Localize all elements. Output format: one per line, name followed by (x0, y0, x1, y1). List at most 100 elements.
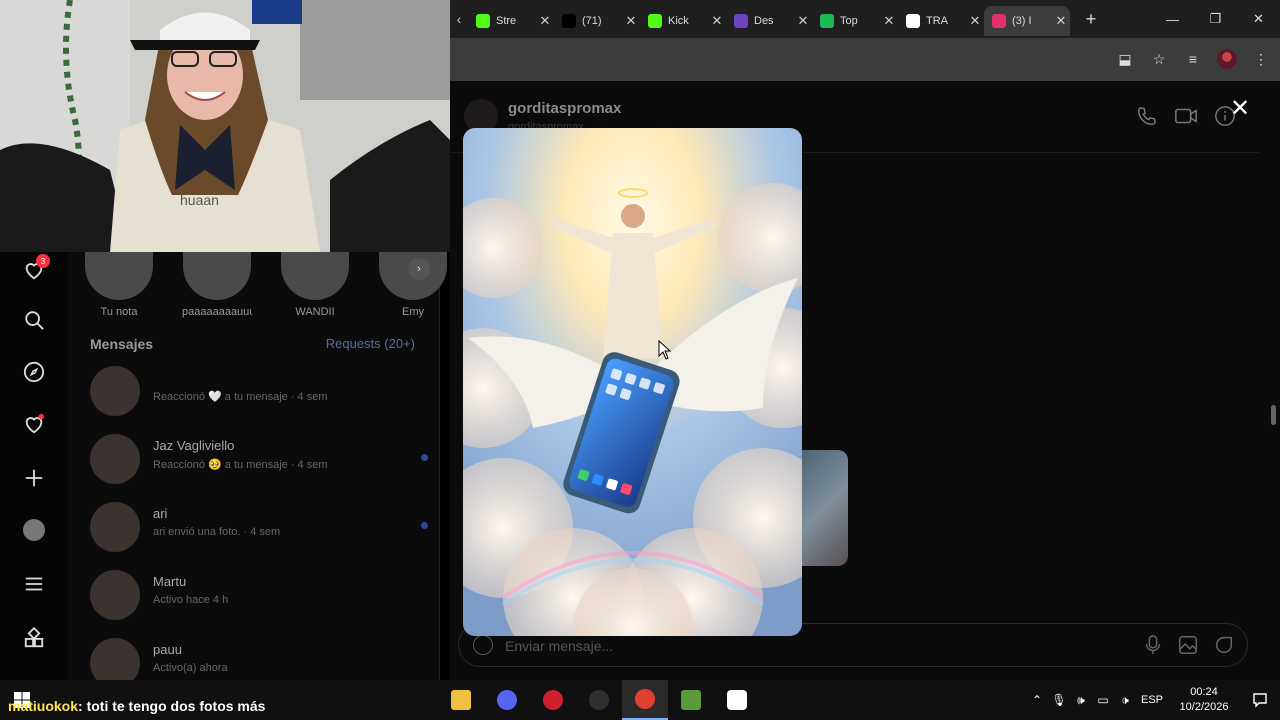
notification-badge: 3 (36, 254, 50, 268)
notes-row: Tu nota paaaaaaaauuuu... WANDII Emy (84, 252, 448, 318)
note-label: Tu nota (100, 306, 138, 318)
red-app-icon[interactable] (530, 680, 576, 720)
network-icon[interactable]: ▭ (1092, 693, 1114, 707)
close-tab-icon[interactable]: ✕ (536, 13, 554, 29)
note-item[interactable]: Tu nota (84, 252, 154, 318)
note-label: WANDII (295, 306, 335, 318)
browser-tab[interactable]: Stre ✕ (468, 6, 554, 36)
tab-scroll-left-icon[interactable]: ‹ (450, 11, 468, 27)
conversation-preview: Activo hace 4 h (153, 594, 229, 606)
bookmark-star-icon[interactable]: ☆ (1148, 48, 1170, 70)
chat-username[interactable]: gorditaspromax (508, 100, 621, 117)
minimize-icon[interactable]: — (1151, 0, 1194, 38)
message-input[interactable]: Enviar mensaje... (505, 638, 613, 654)
tab-label: Kick (668, 15, 689, 27)
clock[interactable]: 00:24 10/2/2026 (1168, 685, 1240, 715)
search-icon[interactable] (22, 308, 46, 332)
more-apps-icon[interactable] (22, 626, 46, 650)
kick-icon (476, 14, 490, 28)
browser-tab[interactable]: Des ✕ (726, 6, 812, 36)
obs-icon[interactable] (576, 680, 622, 720)
close-tab-icon[interactable]: ✕ (1052, 13, 1070, 29)
minecraft-icon[interactable] (668, 680, 714, 720)
note-item[interactable]: WANDII (280, 252, 350, 318)
capcut-icon[interactable] (714, 680, 760, 720)
close-tab-icon[interactable]: ✕ (966, 13, 984, 29)
note-item[interactable]: paaaaaaaauuuu... (182, 252, 252, 318)
explore-compass-icon[interactable] (22, 360, 46, 384)
stream-chat-text: : toti te tengo dos fotos más (78, 698, 266, 714)
create-plus-icon[interactable] (22, 466, 46, 490)
conversation-item[interactable]: ari ari envió una foto. · 4 sem (88, 498, 428, 554)
stream-chat-user: matiuokok (8, 698, 79, 714)
conversation-item[interactable]: Reaccionó 🤍 a tu mensaje · 4 sem (88, 362, 428, 418)
discord-icon[interactable] (484, 680, 530, 720)
avatar (183, 252, 251, 300)
conversation-name: Martu (153, 574, 187, 589)
requests-link[interactable]: Requests (20+) (326, 336, 415, 351)
notes-next-icon[interactable]: › (408, 258, 430, 280)
microphone-tray-icon[interactable]: 🎙 (1048, 693, 1070, 707)
sticker-icon[interactable] (1213, 634, 1235, 656)
profile-avatar[interactable] (1216, 48, 1238, 70)
tab-label: Stre (496, 15, 517, 27)
browser-menu-icon[interactable]: ⋮ (1250, 48, 1272, 70)
conversation-preview: Reaccionó 🥹 a tu mensaje · 4 sem (153, 459, 328, 471)
language-indicator[interactable]: ESP (1136, 694, 1168, 706)
conversation-preview: Activo(a) ahora (153, 662, 228, 674)
phone-icon[interactable] (1136, 105, 1158, 127)
browser-tab[interactable]: Kick ✕ (640, 6, 726, 36)
profile-icon[interactable] (22, 518, 46, 542)
new-tab-button[interactable]: + (1076, 9, 1106, 30)
volume-icon[interactable]: 🕪 (1070, 693, 1092, 708)
close-tab-icon[interactable]: ✕ (880, 13, 898, 29)
spotify-icon (820, 14, 834, 28)
browser-tab[interactable]: (3) I ✕ (984, 6, 1070, 36)
menu-hamburger-icon[interactable] (22, 572, 46, 596)
notification-center-icon[interactable] (1240, 692, 1280, 708)
taskbar-apps (438, 680, 760, 720)
chat-actions (1136, 105, 1236, 127)
conversation-item[interactable]: Martu Activo hace 4 h (88, 566, 428, 622)
browser-tab-bar: ‹ Stre ✕ (71) ✕ Kick ✕ Des ✕ Top ✕ TRA ✕ (3) I ✕ + — … (450, 0, 1280, 38)
unread-dot (421, 454, 428, 461)
browser-tab[interactable]: Top ✕ (812, 6, 898, 36)
gallery-icon[interactable] (1177, 634, 1199, 656)
stream-chat-message: matiuokok: toti te tengo dos fotos más (8, 698, 265, 714)
conversation-name: Jaz Vagliviello (153, 438, 235, 453)
conversation-name: pauu (153, 642, 182, 657)
browser-tab[interactable]: (71) ✕ (554, 6, 640, 36)
kick-icon (648, 14, 662, 28)
instagram-nav (0, 252, 68, 680)
file-explorer-icon[interactable] (438, 680, 484, 720)
note-label: paaaaaaaauuuu... (182, 306, 252, 318)
close-tab-icon[interactable]: ✕ (622, 13, 640, 29)
tray-expand-icon[interactable]: ⌃ (1026, 693, 1048, 707)
close-tab-icon[interactable]: ✕ (708, 13, 726, 29)
close-tab-icon[interactable]: ✕ (794, 13, 812, 29)
browser-toolbar: ⬓ ☆ ≡ ⋮ (450, 38, 1280, 81)
close-viewer-icon[interactable]: ✕ (1228, 95, 1252, 122)
viewed-photo (463, 128, 802, 636)
restore-icon[interactable]: ❐ (1194, 0, 1237, 38)
instagram-icon (992, 14, 1006, 28)
note-label: Emy (402, 306, 424, 318)
emoji-icon[interactable] (473, 635, 493, 655)
system-tray: ⌃ 🎙 🕪 ▭ 🕩 ESP 00:24 10/2/2026 (1026, 680, 1280, 720)
tab-label: TRA (926, 15, 948, 27)
browser-tab[interactable]: TRA ✕ (898, 6, 984, 36)
speaker-icon[interactable]: 🕩 (1114, 693, 1136, 708)
chrome-icon[interactable] (622, 680, 668, 720)
conversation-item[interactable]: Jaz Vagliviello Reaccionó 🥹 a tu mensaje … (88, 430, 428, 486)
microphone-icon[interactable] (1143, 634, 1163, 656)
video-call-icon[interactable] (1174, 105, 1198, 127)
close-window-icon[interactable]: ✕ (1237, 0, 1280, 38)
tiktok-icon (562, 14, 576, 28)
install-app-icon[interactable]: ⬓ (1114, 48, 1136, 70)
chat-scrollbar[interactable] (1268, 151, 1278, 676)
conversation-name: ari (153, 506, 168, 521)
twitch-icon (734, 14, 748, 28)
media-control-icon[interactable]: ≡ (1182, 48, 1204, 70)
chat-photo-thumbnail[interactable] (802, 450, 848, 566)
activity-heart-icon[interactable] (22, 412, 46, 436)
